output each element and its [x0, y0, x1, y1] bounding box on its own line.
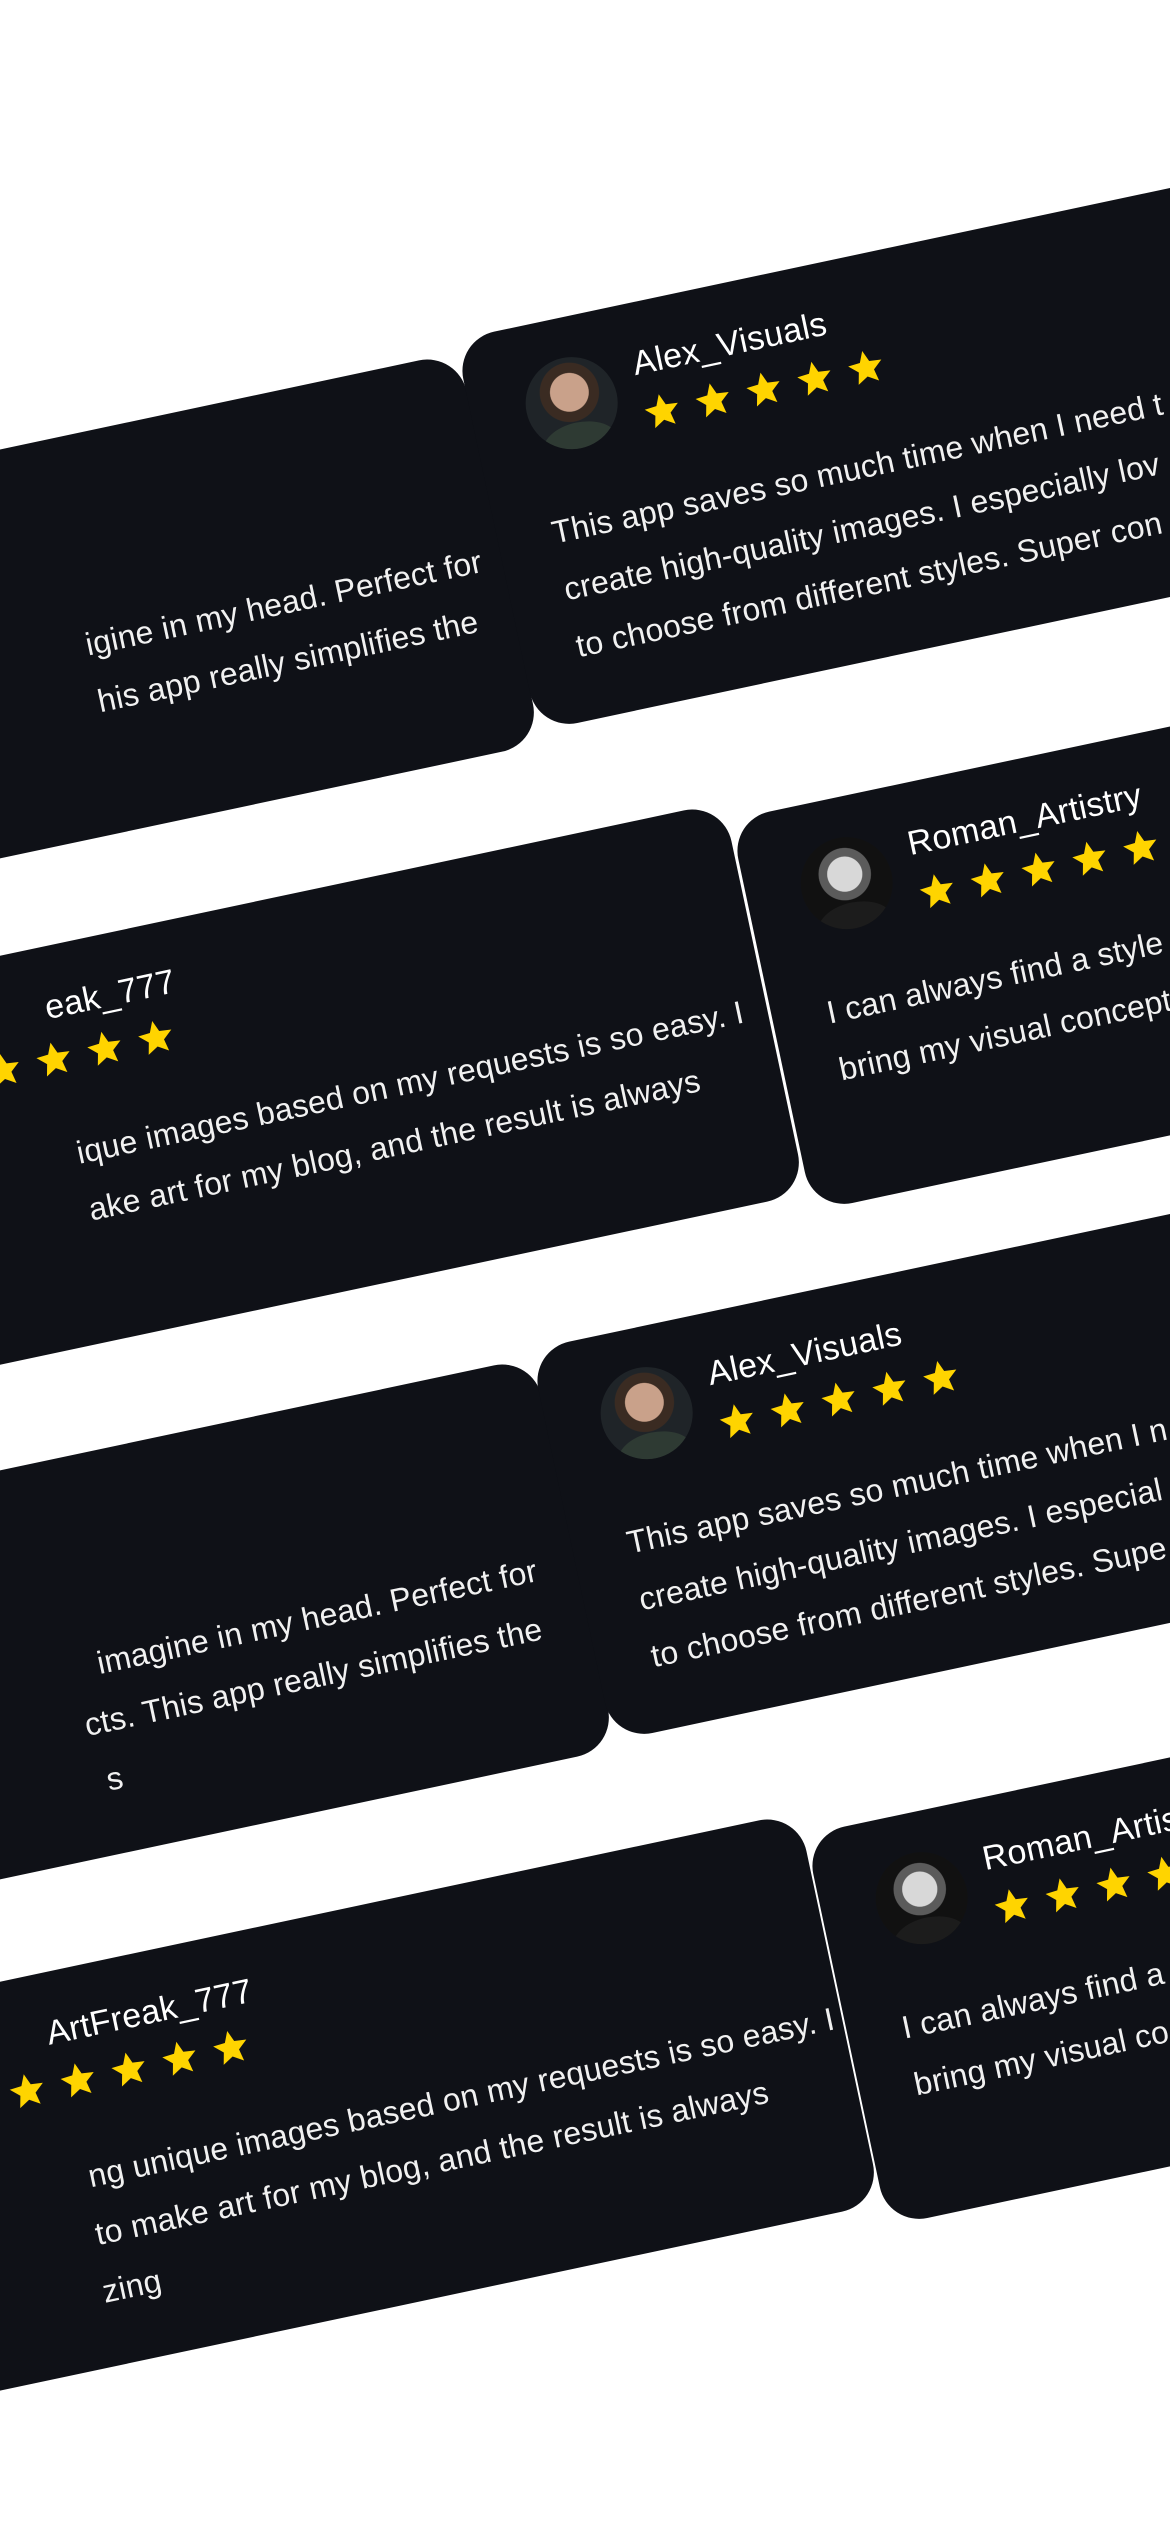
star-icon [1072, 841, 1106, 876]
review-text: imagine in my head. Perfect for cts. Thi… [0, 1543, 563, 1900]
user-avatar-icon [867, 1843, 977, 1953]
star-icon [872, 1371, 906, 1406]
star-icon [719, 1404, 753, 1439]
star-icon [644, 394, 678, 429]
star-icon [797, 361, 831, 396]
star-icon [36, 1042, 70, 1077]
star-icon [695, 383, 729, 418]
review-card: Roman_Artistry I can always find a style… [730, 612, 1170, 1212]
star-icon [919, 874, 953, 909]
star-icon [923, 1360, 957, 1395]
reviews-wall: igine in my head. Perfect for his app re… [0, 0, 1170, 2532]
star-icon [213, 2030, 247, 2065]
star-icon [60, 2063, 94, 2098]
star-icon [970, 863, 1004, 898]
star-icon [87, 1031, 121, 1066]
review-text: igine in my head. Perfect for his app re… [0, 538, 485, 839]
review-card: Alex_Visuals This app saves so much time… [530, 1142, 1170, 1742]
star-icon [746, 372, 780, 407]
review-card: eak_777 ique images based on my requests… [0, 802, 807, 1402]
star-icon [821, 1382, 855, 1417]
star-icon [111, 2052, 145, 2087]
user-avatar-icon [792, 828, 902, 938]
star-icon [1096, 1867, 1130, 1902]
star-icon [0, 1053, 19, 1088]
star-icon [138, 1020, 172, 1055]
user-avatar-icon [592, 1358, 702, 1468]
review-card: ArtFreak_777 ng unique images based on m… [0, 1812, 882, 2412]
star-icon [1021, 852, 1055, 887]
star-icon [1045, 1878, 1079, 1913]
star-icon [162, 2041, 196, 2076]
review-card: Alex_Visuals This app saves so much time… [455, 132, 1170, 732]
star-icon [994, 1889, 1028, 1924]
star-icon [1147, 1856, 1170, 1891]
star-icon [770, 1393, 804, 1428]
star-icon [9, 2074, 43, 2109]
review-card: imagine in my head. Perfect for cts. Thi… [0, 1357, 617, 1957]
star-icon [848, 350, 882, 385]
star-icon [1123, 830, 1157, 865]
user-avatar-icon [517, 348, 627, 458]
